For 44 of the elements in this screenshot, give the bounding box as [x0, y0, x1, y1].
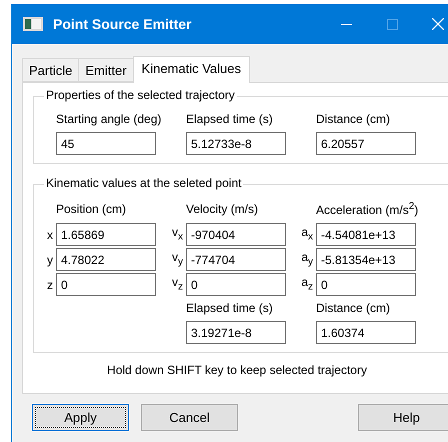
axis-label: y — [47, 252, 54, 268]
text-field[interactable]: 6.20557 — [316, 132, 416, 155]
group-title: Kinematic values at the seleted point — [44, 176, 244, 190]
group-title: Properties of the selected trajectory — [44, 88, 237, 102]
field-label: Elapsed time (s) — [186, 300, 273, 317]
text-field[interactable]: 1.65869 — [56, 223, 156, 246]
column-header: Velocity (m/s) — [186, 200, 258, 218]
text-field[interactable]: 4.78022 — [56, 248, 156, 271]
apply-button[interactable]: Apply — [32, 404, 129, 431]
text-field[interactable]: -970404 — [186, 223, 286, 246]
text-field[interactable]: -774704 — [186, 248, 286, 271]
text-field[interactable]: -4.54081e+13 — [316, 223, 416, 246]
maximize-icon — [386, 18, 398, 30]
field-label: Distance (cm) — [316, 111, 390, 128]
text-field[interactable]: 0 — [316, 273, 416, 296]
axis-label: z — [47, 276, 54, 292]
axis-label: x — [47, 226, 54, 242]
axis-label: v$_{y}$ — [172, 248, 184, 270]
cancel-button[interactable]: Cancel — [141, 404, 238, 431]
text-field[interactable]: -5.81354e+13 — [316, 248, 416, 271]
hint-text: Hold down SHIFT key to keep selected trajectory — [106, 362, 368, 377]
axis-label: a$_{x}$ — [301, 224, 314, 244]
column-header: Position (cm) — [56, 200, 126, 218]
column-header: Acceleration (m/s$^{2}$) — [316, 200, 418, 219]
text-field[interactable]: 0 — [186, 273, 286, 296]
text-field[interactable]: 0 — [56, 273, 156, 296]
app-icon — [23, 17, 43, 31]
axis-label: a$_{y}$ — [301, 248, 314, 270]
tab[interactable]: Particle — [22, 58, 80, 82]
text-field[interactable]: 1.60374 — [316, 321, 416, 344]
help-button[interactable]: Help — [358, 404, 448, 431]
field-label: Elapsed time (s) — [186, 111, 273, 128]
tab[interactable]: Kinematic Values — [132, 56, 250, 83]
close-icon — [432, 18, 444, 30]
window-title: Point Source Emitter — [53, 16, 192, 32]
field-label: Starting angle (deg) — [56, 111, 162, 128]
axis-label: a$_{z}$ — [301, 274, 314, 294]
text-field[interactable]: 3.19271e-8 — [186, 321, 286, 344]
field-label: Distance (cm) — [316, 300, 390, 317]
axis-label: v$_{x}$ — [172, 224, 184, 244]
tab[interactable]: Emitter — [78, 58, 134, 82]
text-field[interactable]: 45 — [56, 132, 156, 155]
axis-label: v$_{z}$ — [172, 274, 184, 294]
text-field[interactable]: 5.12733e-8 — [186, 132, 286, 155]
